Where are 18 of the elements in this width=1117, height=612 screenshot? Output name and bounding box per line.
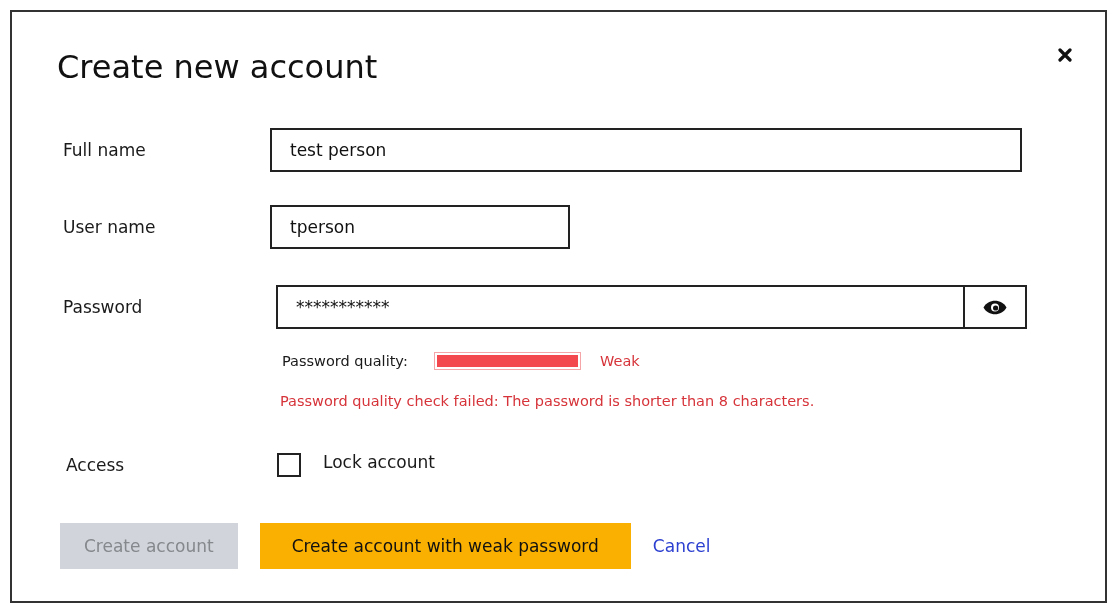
access-label: Access bbox=[66, 455, 125, 475]
password-quality-rating: Weak bbox=[600, 353, 640, 369]
show-password-button[interactable] bbox=[963, 285, 1027, 329]
cancel-link[interactable]: Cancel bbox=[652, 536, 711, 556]
dialog-title: Create new account bbox=[57, 47, 378, 87]
lock-account-checkbox[interactable] bbox=[277, 453, 301, 477]
eye-icon bbox=[983, 299, 1007, 315]
user-name-field[interactable]: tperson bbox=[270, 205, 570, 249]
full-name-field[interactable]: test person bbox=[270, 128, 1022, 172]
password-quality-label: Password quality: bbox=[282, 353, 409, 369]
user-name-label: User name bbox=[63, 217, 156, 237]
password-label: Password bbox=[63, 297, 143, 317]
close-icon[interactable] bbox=[1058, 48, 1072, 62]
password-field[interactable]: *********** bbox=[276, 285, 965, 329]
create-weak-password-button[interactable]: Create account with weak password bbox=[259, 523, 631, 569]
lock-account-label: Lock account bbox=[323, 452, 435, 472]
full-name-label: Full name bbox=[63, 140, 146, 160]
password-error-message: Password quality check failed: The password is shorter than 8 characters. bbox=[280, 392, 815, 411]
